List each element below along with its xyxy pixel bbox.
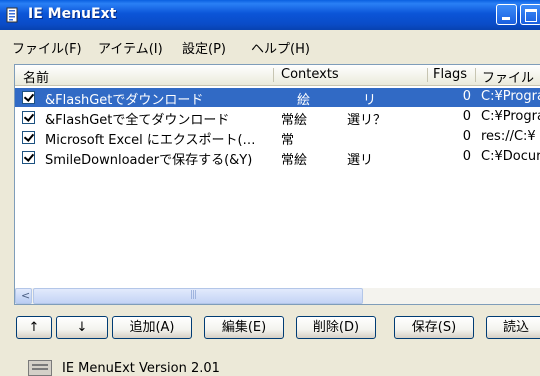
column-header-flags[interactable]: Flags (433, 67, 467, 82)
row-contexts-secondary: 選リ？ (347, 113, 387, 128)
row-flags: 0 (462, 109, 471, 124)
column-divider[interactable] (273, 68, 274, 82)
table-row[interactable]: Microsoft Excel にエクスポート(… 常 0 res://C:¥ (15, 128, 540, 148)
row-file: C:¥Docur (481, 149, 540, 164)
row-name: &FlashGetでダウンロード (45, 93, 204, 108)
menu-settings[interactable]: 設定(P) (182, 38, 226, 57)
row-contexts-primary: 常 (281, 133, 295, 148)
scroll-left-button[interactable]: < (15, 288, 32, 304)
add-button[interactable]: 追加(A) (112, 316, 192, 339)
menu-file[interactable]: ファイル(F) (12, 38, 82, 57)
chevron-left-icon: < (21, 289, 31, 302)
menu-item-list[interactable]: 名前 Contexts Flags ファイル &FlashGetでダウンロード … (14, 64, 540, 305)
grip-icon: ||| (190, 290, 197, 300)
row-name: Microsoft Excel にエクスポート(… (45, 133, 256, 148)
row-checkbox[interactable] (22, 151, 35, 164)
horizontal-scrollbar[interactable]: < ||| (15, 288, 540, 304)
save-button[interactable]: 保存(S) (394, 316, 474, 339)
delete-button[interactable]: 削除(D) (296, 316, 376, 339)
row-flags: 0 (462, 149, 471, 164)
maximize-button[interactable] (520, 4, 540, 25)
app-icon (6, 7, 18, 23)
row-file: C:¥Progra (481, 109, 540, 124)
column-header-contexts[interactable]: Contexts (281, 67, 339, 82)
row-name: SmileDownloaderで保存する(&Y) (45, 153, 253, 168)
menu-help[interactable]: ヘルプ(H) (251, 38, 310, 57)
column-divider[interactable] (475, 68, 476, 82)
row-flags: 0 (462, 129, 471, 144)
row-checkbox[interactable] (22, 111, 35, 124)
title-bar[interactable]: IE MenuExt (0, 0, 540, 30)
row-contexts-primary: 常絵 (281, 153, 308, 168)
edit-button[interactable]: 編集(E) (204, 316, 284, 339)
table-row[interactable]: SmileDownloaderで保存する(&Y) 常絵 選リ 0 C:¥Docu… (15, 148, 540, 168)
menu-item[interactable]: アイテム(I) (98, 38, 163, 57)
row-contexts-primary: 絵 (297, 93, 311, 108)
column-divider[interactable] (427, 68, 428, 82)
column-header-file[interactable]: ファイル (482, 67, 534, 86)
list-header: 名前 Contexts Flags ファイル (15, 65, 540, 86)
status-area: IE MenuExt Version 2.01 (0, 354, 540, 376)
row-checkbox[interactable] (22, 91, 35, 104)
table-row[interactable]: &FlashGetでダウンロード 絵 リ 0 C:¥Progra (15, 88, 540, 108)
scrollbar-thumb[interactable]: ||| (33, 288, 363, 304)
row-flags: 0 (462, 89, 471, 104)
row-file: C:¥Progra (481, 89, 540, 104)
load-button[interactable]: 読込 (486, 316, 540, 339)
row-file: res://C:¥ (481, 129, 536, 144)
row-contexts-secondary: リ (363, 93, 377, 108)
move-down-button[interactable]: ↓ (56, 316, 108, 339)
row-contexts-primary: 常絵 (281, 113, 308, 128)
row-name: &FlashGetで全てダウンロード (45, 113, 230, 128)
table-row[interactable]: &FlashGetで全てダウンロード 常絵 選リ？ 0 C:¥Progra (15, 108, 540, 128)
move-up-button[interactable]: ↑ (16, 316, 52, 339)
row-checkbox[interactable] (22, 131, 35, 144)
column-header-name[interactable]: 名前 (23, 67, 49, 86)
row-contexts-secondary: 選リ (347, 153, 374, 168)
window-title: IE MenuExt (28, 6, 117, 22)
minimize-button[interactable] (496, 4, 517, 25)
menu-bar: ファイル(F) アイテム(I) 設定(P) ヘルプ(H) (0, 30, 540, 59)
